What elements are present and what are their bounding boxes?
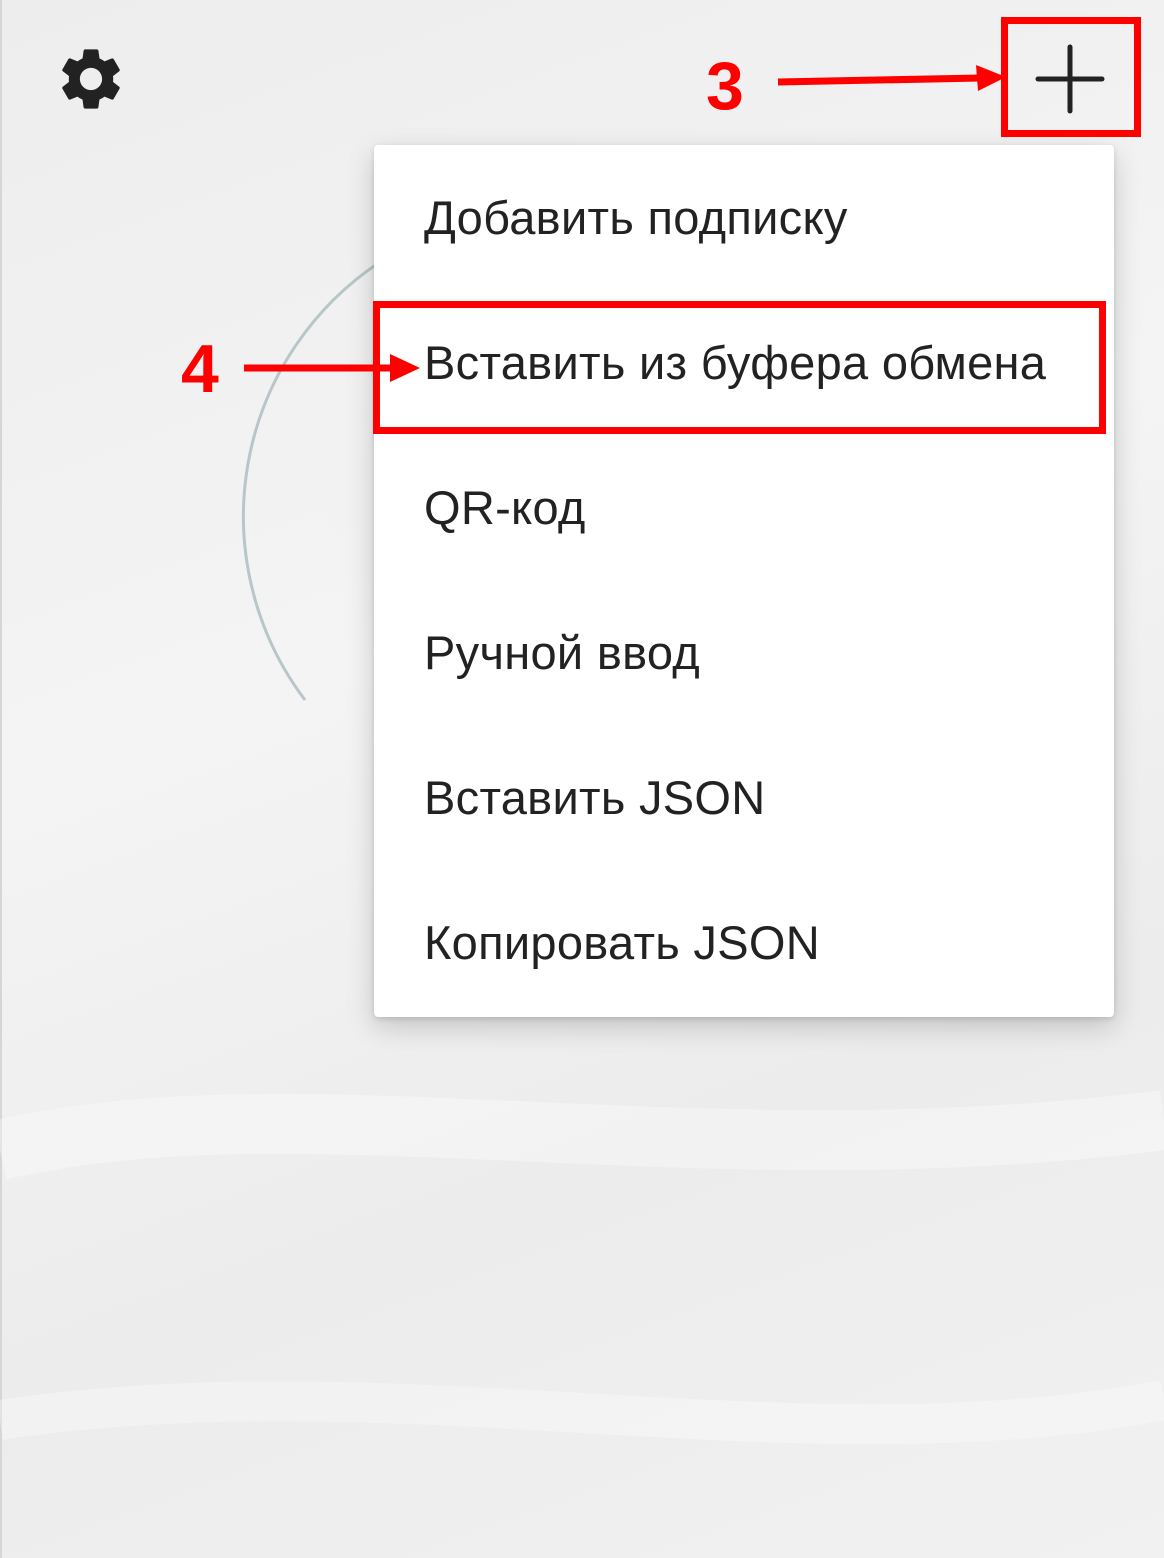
menu-item-label: Ручной ввод [424,626,700,679]
step-number-3: 3 [706,48,744,124]
app-screen: Добавить подписку Вставить из буфера обм… [0,0,1164,1558]
step-number-4: 4 [181,331,219,407]
menu-item-paste-json[interactable]: Вставить JSON [374,725,1114,870]
menu-item-label: Вставить JSON [424,771,766,824]
settings-button[interactable] [50,38,132,120]
menu-item-label: QR-код [424,481,586,534]
add-config-menu: Добавить подписку Вставить из буфера обм… [374,145,1114,1017]
menu-item-add-subscription[interactable]: Добавить подписку [374,145,1114,290]
highlight-box-add-button [1001,17,1141,137]
arrow-icon [244,354,420,382]
menu-item-label: Копировать JSON [424,916,820,969]
menu-item-copy-json[interactable]: Копировать JSON [374,870,1114,1015]
arrow-icon [777,65,1006,91]
menu-item-manual-input[interactable]: Ручной ввод [374,580,1114,725]
gear-icon [62,49,120,109]
highlight-box-paste-clipboard [373,301,1106,434]
menu-item-label: Добавить подписку [424,191,848,244]
menu-item-qr-code[interactable]: QR-код [374,435,1114,580]
